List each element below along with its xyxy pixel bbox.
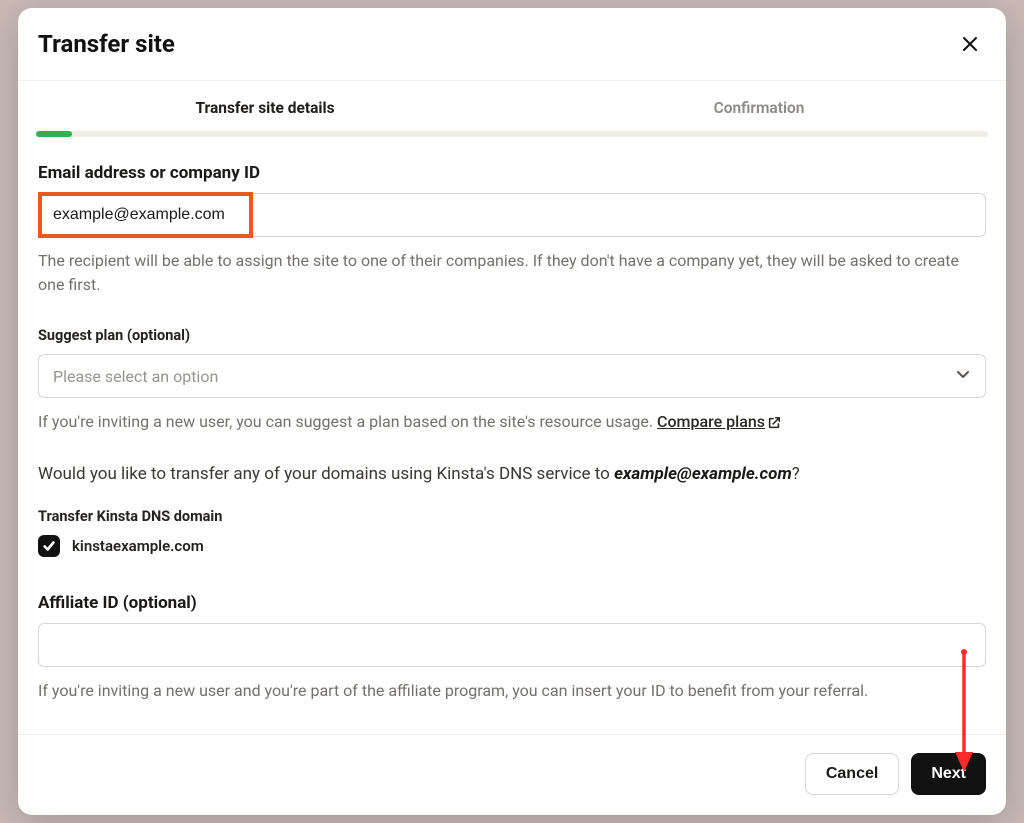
tab-transfer-details[interactable]: Transfer site details [18,99,512,131]
affiliate-section: Affiliate ID (optional) If you're inviti… [38,593,986,703]
dns-heading: Transfer Kinsta DNS domain [38,508,986,525]
modal-title: Transfer site [38,30,175,58]
modal-footer: Cancel Next [18,734,1006,815]
email-input[interactable] [38,193,986,237]
modal-header: Transfer site [18,8,1006,80]
dns-question-suffix: ? [792,464,800,484]
email-label: Email address or company ID [38,163,986,183]
close-icon [962,36,978,52]
dns-question-prefix: Would you like to transfer any of your d… [38,464,614,484]
email-section: Email address or company ID The recipien… [38,163,986,297]
dns-question-email: example@example.com [614,464,792,484]
step-tabs: Transfer site details Confirmation [18,81,1006,131]
external-link-icon [767,416,781,430]
dns-domain-row: kinstaexample.com [38,535,986,557]
email-input-wrap [38,193,986,237]
tab-confirmation[interactable]: Confirmation [512,99,1006,131]
plan-label: Suggest plan (optional) [38,327,986,344]
transfer-site-modal: Transfer site Transfer site details Conf… [18,8,1006,815]
affiliate-helper: If you're inviting a new user and you're… [38,679,986,703]
dns-question: Would you like to transfer any of your d… [38,464,986,484]
dns-domain-checkbox[interactable] [38,535,60,557]
plan-select-placeholder: Please select an option [53,367,218,386]
affiliate-label: Affiliate ID (optional) [38,593,986,613]
chevron-down-icon [955,366,971,386]
dns-section: Would you like to transfer any of your d… [38,464,986,557]
modal-body: Email address or company ID The recipien… [18,137,1006,734]
next-button[interactable]: Next [911,753,986,795]
close-button[interactable] [954,28,986,60]
affiliate-input[interactable] [38,623,986,667]
plan-helper-text: If you're inviting a new user, you can s… [38,412,657,431]
dns-domain-label: kinstaexample.com [72,537,204,555]
email-helper: The recipient will be able to assign the… [38,249,986,297]
plan-section: Suggest plan (optional) Please select an… [38,327,986,434]
compare-plans-text: Compare plans [657,412,765,431]
compare-plans-link[interactable]: Compare plans [657,412,781,431]
cancel-button[interactable]: Cancel [805,753,899,795]
plan-helper: If you're inviting a new user, you can s… [38,410,986,434]
checkmark-icon [42,539,56,553]
plan-select[interactable]: Please select an option [38,354,986,398]
progress-track [36,131,988,137]
progress-fill [36,131,72,137]
